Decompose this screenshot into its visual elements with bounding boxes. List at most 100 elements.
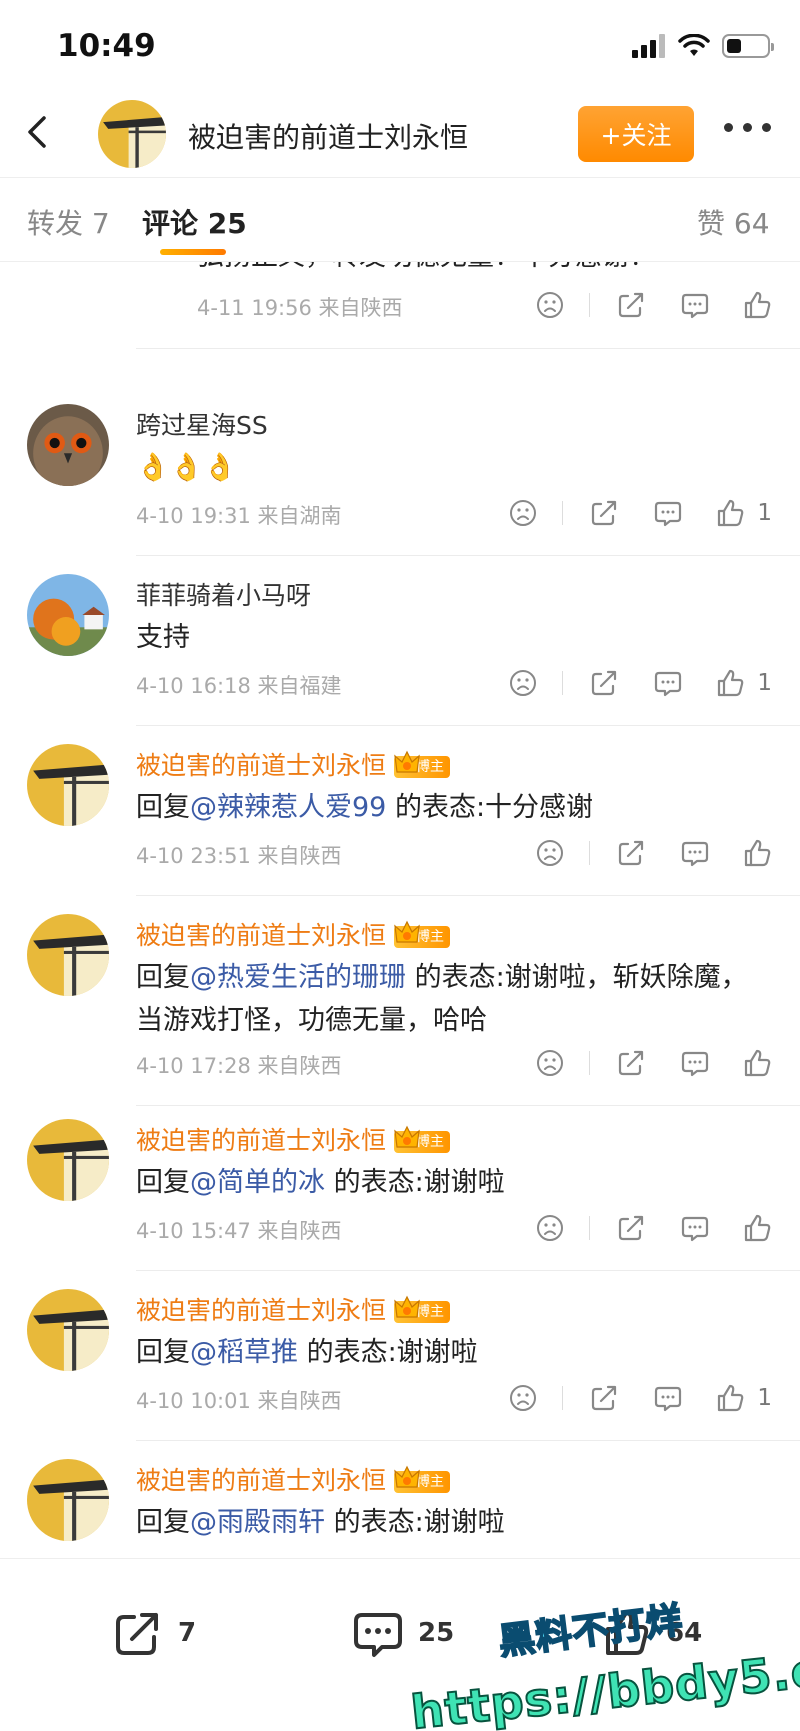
reply-icon[interactable] [653,666,683,700]
mention-link[interactable]: @热爱生活的珊珊 [190,962,406,993]
blogger-badge: 博主 [394,1295,451,1323]
comment-meta: 4-10 15:47 来自陕西 [136,1219,342,1243]
tab-likes[interactable]: 赞 64 [697,202,770,242]
crown-icon [394,1465,420,1493]
reply-icon[interactable] [680,836,710,870]
comment-meta: 4-10 17:28 来自陕西 [136,1054,342,1078]
comment-actions [535,836,772,870]
tab-comments[interactable]: 评论 25 [142,202,247,242]
status-bar: 10:49 [0,0,800,96]
comment-divider [136,348,800,349]
commenter-name[interactable]: 被迫害的前道士刘永恒 博主 [136,916,451,952]
signal-icon [632,34,665,58]
like-icon[interactable] [742,288,772,322]
dislike-icon[interactable] [508,666,538,700]
like-icon[interactable] [715,496,745,530]
back-icon[interactable] [18,110,62,154]
commenter-avatar[interactable] [27,574,109,656]
comment-meta: 4-11 19:56 来自陕西 [197,296,403,320]
dislike-icon[interactable] [535,836,565,870]
comment-divider [136,555,800,556]
comment-button[interactable]: 25 [352,1607,454,1659]
tab-bar: 转发 7 评论 25 赞 64 [0,178,800,262]
crown-icon [394,1125,420,1153]
dislike-icon[interactable] [535,1046,565,1080]
author-avatar[interactable] [98,100,166,168]
share-icon[interactable] [589,496,619,530]
blogger-badge: 博主 [394,920,451,948]
blogger-badge: 博主 [394,1465,451,1493]
like-icon[interactable] [715,666,745,700]
comment-actions [535,1211,772,1245]
commenter-avatar[interactable] [27,744,109,826]
mention-link[interactable]: @辣辣惹人爱99 [190,792,386,823]
status-time: 10:49 [57,28,156,64]
commenter-name[interactable]: 菲菲骑着小马呀 [136,576,311,612]
comment-divider [136,1105,800,1106]
comment-actions [535,288,772,322]
commenter-avatar[interactable] [27,914,109,996]
follow-button[interactable]: +关注 [578,106,694,162]
blogger-badge: 博主 [394,1125,451,1153]
comment-meta: 4-10 16:18 来自福建 [136,674,342,698]
comment-actions [535,1046,772,1080]
comment-actions: 1 [508,496,772,530]
commenter-avatar[interactable] [27,1289,109,1371]
reply-icon[interactable] [653,1381,683,1415]
dislike-icon[interactable] [508,496,538,530]
commenter-name[interactable]: 被迫害的前道士刘永恒 博主 [136,1461,451,1497]
crown-icon [394,1295,420,1323]
like-icon[interactable] [742,836,772,870]
dislike-icon[interactable] [508,1381,538,1415]
share-icon[interactable] [616,1211,646,1245]
reply-icon[interactable] [680,288,710,322]
blogger-badge: 博主 [394,750,451,778]
battery-icon [722,34,774,58]
reply-icon[interactable] [680,1211,710,1245]
mention-link[interactable]: @雨殿雨轩 [190,1507,325,1538]
reply-icon[interactable] [653,496,683,530]
repost-count: 7 [178,1618,197,1648]
more-options-icon[interactable] [724,123,771,132]
commenter-name[interactable]: 被迫害的前道士刘永恒 博主 [136,746,451,782]
reply-icon[interactable] [680,1046,710,1080]
commenter-avatar[interactable] [27,404,109,486]
share-icon[interactable] [616,836,646,870]
action-divider [589,841,590,865]
tab-reposts[interactable]: 转发 7 [27,202,110,242]
post-header: 被迫害的前道士刘永恒 +关注 [0,96,800,178]
repost-button[interactable]: 7 [112,1607,196,1659]
share-icon[interactable] [589,1381,619,1415]
comment-actions: 1 [508,1381,772,1415]
dislike-icon[interactable] [535,288,565,322]
mention-link[interactable]: @简单的冰 [190,1167,325,1198]
comment-count: 25 [418,1618,455,1648]
comment-meta: 4-10 10:01 来自陕西 [136,1389,342,1413]
like-icon[interactable] [715,1381,745,1415]
comment-text: 回复@热爱生活的珊珊 的表态:谢谢啦，斩妖除魔，当游戏打怪，功德无量，哈哈 [136,962,748,1036]
comment-like-count: 1 [757,670,772,696]
author-name[interactable]: 被迫害的前道士刘永恒 [188,116,468,156]
share-icon[interactable] [616,1046,646,1080]
dislike-icon[interactable] [535,1211,565,1245]
comment-text: 回复@雨殿雨轩 的表态:谢谢啦 [136,1507,505,1538]
commenter-name[interactable]: 跨过星海SS [136,406,268,442]
comment-icon [354,1613,402,1657]
comment-meta: 4-10 23:51 来自陕西 [136,844,342,868]
commenter-avatar[interactable] [27,1119,109,1201]
action-divider [589,293,590,317]
tab-indicator [160,249,226,255]
like-icon[interactable] [742,1211,772,1245]
comment-like-count: 1 [757,500,772,526]
action-divider [562,501,564,525]
commenter-name[interactable]: 被迫害的前道士刘永恒 博主 [136,1121,451,1157]
commenter-avatar[interactable] [27,1459,109,1541]
share-icon[interactable] [589,666,619,700]
mention-link[interactable]: @稻草推 [190,1337,298,1368]
crown-icon [394,920,420,948]
like-icon[interactable] [742,1046,772,1080]
share-icon[interactable] [616,288,646,322]
comment-divider [136,1270,800,1271]
commenter-name[interactable]: 被迫害的前道士刘永恒 博主 [136,1291,451,1327]
comment-text: 回复@稻草推 的表态:谢谢啦 [136,1337,478,1368]
